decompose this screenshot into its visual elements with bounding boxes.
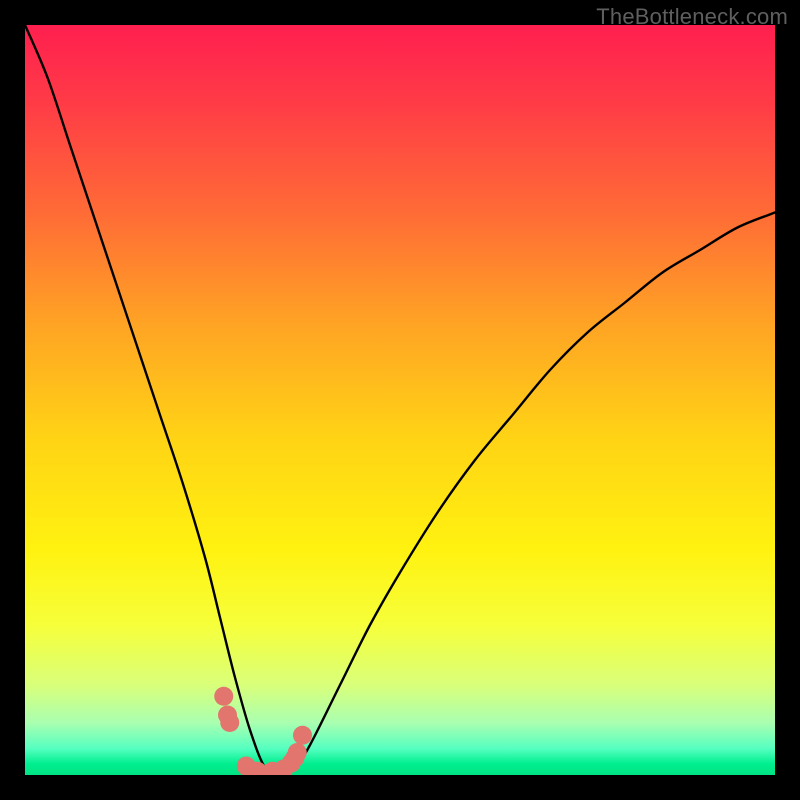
marker-dot [220, 713, 239, 732]
plot-area [25, 25, 775, 775]
bottleneck-curve [25, 25, 775, 775]
marker-dot [293, 726, 312, 745]
curve-layer [25, 25, 775, 775]
marker-dot [214, 687, 233, 706]
chart-frame: TheBottleneck.com [0, 0, 800, 800]
marker-dot [288, 743, 307, 762]
watermark-text: TheBottleneck.com [596, 4, 788, 30]
